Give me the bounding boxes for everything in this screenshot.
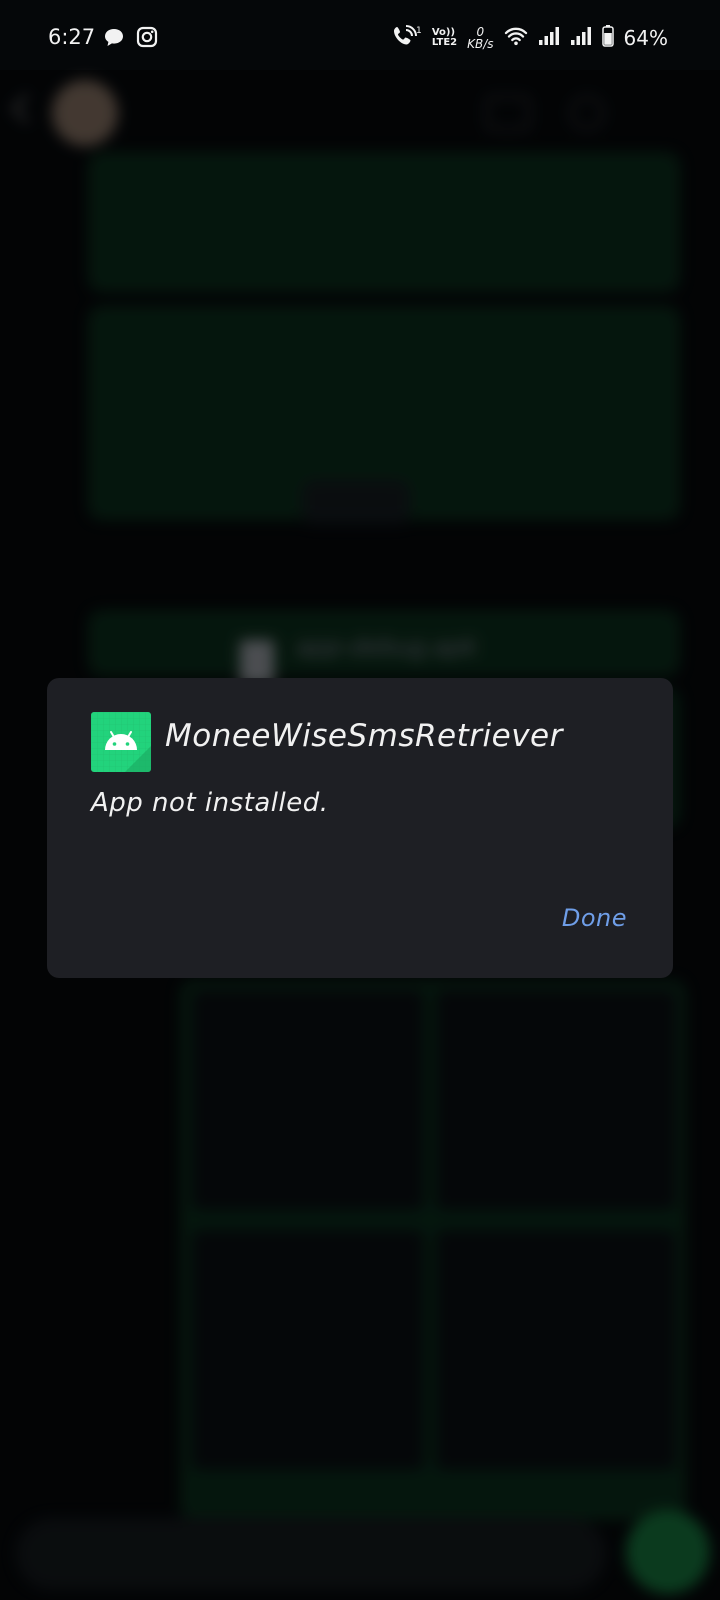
speed-unit: KB/s <box>467 37 494 51</box>
done-button[interactable]: Done <box>562 904 627 932</box>
battery-icon <box>601 25 614 51</box>
lte-label: LTE2 <box>431 37 458 48</box>
wifi-icon <box>504 26 528 50</box>
android-icon <box>91 712 151 772</box>
battery-percent: 64% <box>623 26 668 50</box>
status-right-group: 1 Vo)) LTE2 0 KB/s 64% <box>392 22 668 54</box>
network-speed: 0 KB/s <box>467 26 493 50</box>
status-time: 6:27 <box>48 25 96 49</box>
svg-text:1: 1 <box>416 26 422 36</box>
signal-icon <box>538 26 560 50</box>
wifi-call-icon: 1 <box>392 24 422 52</box>
chat-bubble-icon <box>103 27 125 53</box>
signal-icon <box>570 26 592 50</box>
status-message: App not installed. <box>91 788 329 818</box>
status-bar: 6:27 1 Vo)) LTE2 0 KB/s 64% <box>0 0 720 78</box>
volte-indicator: Vo)) LTE2 <box>432 28 457 48</box>
install-result-dialog: MoneeWiseSmsRetriever App not installed.… <box>47 678 673 978</box>
instagram-icon <box>136 26 158 52</box>
app-name: MoneeWiseSmsRetriever <box>165 718 563 754</box>
